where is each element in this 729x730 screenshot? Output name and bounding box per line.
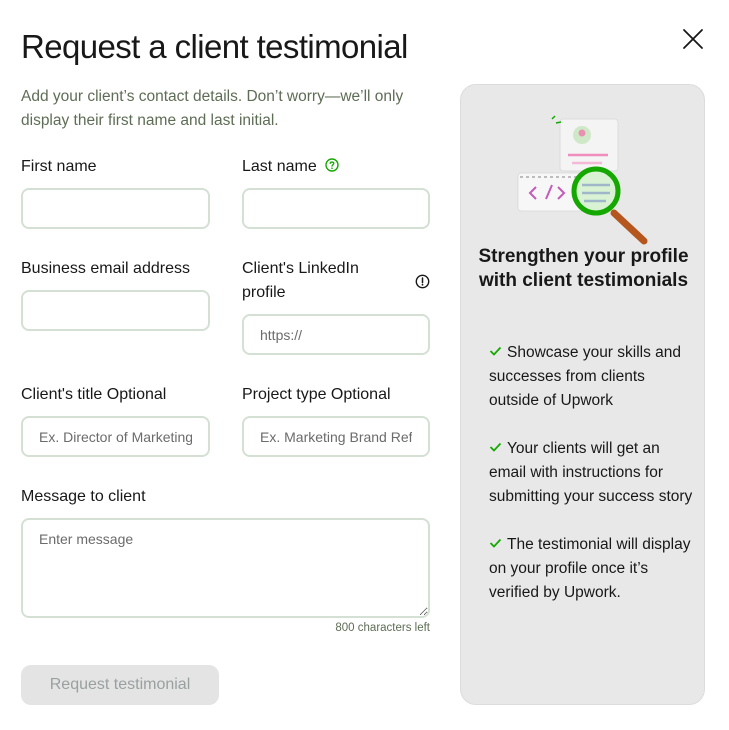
question-circle-icon[interactable]	[325, 158, 339, 172]
project-type-input[interactable]	[242, 416, 430, 457]
panel-title: Strengthen your profile with client test…	[478, 246, 689, 291]
business-email-label: Business email address	[21, 260, 190, 277]
benefit-item: The testimonial will display on your pro…	[489, 536, 691, 601]
benefit-item: Your clients will get an email with inst…	[489, 440, 693, 505]
first-name-input[interactable]	[21, 188, 210, 229]
last-name-label: Last name	[242, 158, 317, 175]
info-panel: Strengthen your profile with client test…	[460, 84, 705, 705]
character-counter: 800 characters left	[335, 622, 430, 634]
business-email-input[interactable]	[21, 290, 210, 331]
check-icon	[489, 346, 502, 356]
last-name-label-row: Last name	[242, 155, 339, 179]
client-title-input[interactable]	[21, 416, 210, 457]
linkedin-input[interactable]	[242, 314, 430, 355]
client-title-label: Client's title Optional	[21, 386, 167, 403]
linkedin-label: Client's LinkedIn profile	[242, 260, 359, 301]
last-name-input[interactable]	[242, 188, 430, 229]
project-type-label: Project type Optional	[242, 386, 391, 403]
magnifier-profile-illustration	[517, 115, 648, 245]
close-icon[interactable]	[680, 26, 706, 52]
benefit-item: Showcase your skills and successes from …	[489, 344, 682, 409]
info-circle-icon[interactable]	[415, 274, 430, 289]
request-testimonial-button[interactable]: Request testimonial	[21, 665, 219, 705]
modal-subtitle: Add your client’s contact details. Don’t…	[21, 88, 404, 129]
check-icon	[489, 442, 502, 452]
message-textarea[interactable]	[21, 518, 430, 618]
check-icon	[489, 538, 502, 548]
benefit-list: Showcase your skills and successes from …	[489, 341, 699, 629]
request-testimonial-modal: Request a client testimonial Add your cl…	[0, 0, 729, 730]
message-label: Message to client	[21, 488, 146, 505]
first-name-label: First name	[21, 158, 97, 175]
modal-title: Request a client testimonial	[21, 28, 408, 65]
